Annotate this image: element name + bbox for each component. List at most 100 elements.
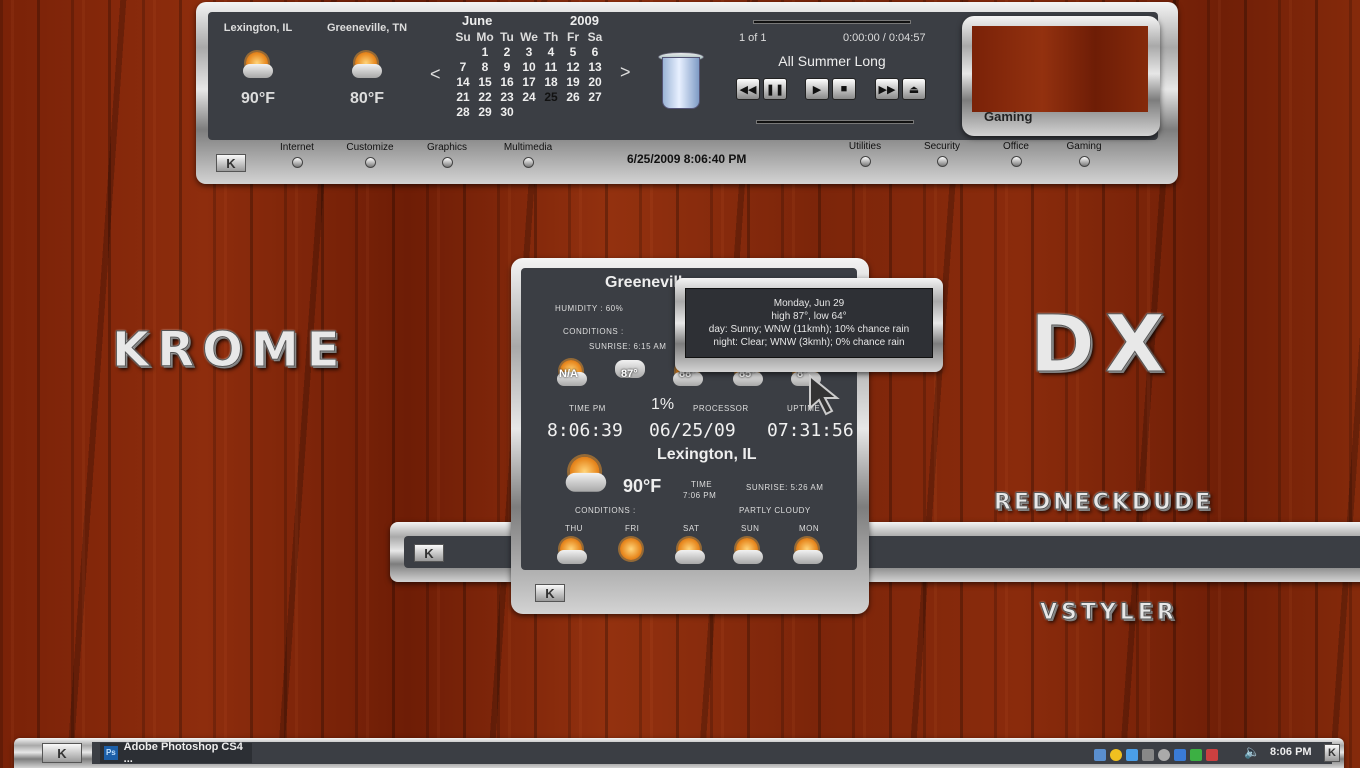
tray-tools-icon[interactable] bbox=[1094, 748, 1106, 761]
menu-label: Multimedia bbox=[503, 142, 553, 153]
calendar-day[interactable]: 14 bbox=[452, 74, 474, 89]
calendar-day[interactable]: 30 bbox=[496, 104, 518, 119]
widget-k-button[interactable]: K bbox=[535, 584, 565, 602]
calendar-day[interactable]: 6 bbox=[584, 44, 606, 59]
calendar-day[interactable]: 21 bbox=[452, 89, 474, 104]
weather-city: Greeneville, TN bbox=[326, 22, 408, 34]
calendar-day[interactable]: 3 bbox=[518, 44, 540, 59]
widget-temp: 90°F bbox=[623, 476, 662, 496]
forecast-tooltip: Monday, Jun 29 high 87°, low 64° day: Su… bbox=[675, 278, 943, 372]
calendar-day[interactable]: 4 bbox=[540, 44, 562, 59]
calendar-prev-button[interactable]: < bbox=[430, 64, 441, 85]
menu-office[interactable]: Office bbox=[981, 141, 1051, 167]
recycle-bin-icon[interactable] bbox=[658, 52, 704, 110]
calendar-day[interactable]: 27 bbox=[584, 89, 606, 104]
calendar-day[interactable]: 16 bbox=[496, 74, 518, 89]
partly-cloudy-icon bbox=[731, 536, 765, 566]
calendar-day bbox=[452, 44, 474, 59]
gaming-preview[interactable]: Gaming bbox=[962, 16, 1160, 136]
weather-greeneville[interactable]: Greeneville, TN 80°F bbox=[322, 22, 412, 108]
widget-uptime-value: 07:31:56 bbox=[767, 420, 854, 441]
media-volume-bar[interactable] bbox=[756, 120, 914, 124]
menu-utilities[interactable]: Utilities bbox=[830, 141, 900, 167]
calendar-day[interactable]: 29 bbox=[474, 104, 496, 119]
calendar-day[interactable]: 20 bbox=[584, 74, 606, 89]
top-dock-k-button[interactable]: K bbox=[216, 154, 246, 172]
calendar-day-today[interactable]: 25 bbox=[540, 89, 562, 104]
dock-datetime: 6/25/2009 8:06:40 PM bbox=[627, 152, 747, 166]
tooltip-panel: Monday, Jun 29 high 87°, low 64° day: Su… bbox=[685, 288, 933, 358]
tray-smiley-icon[interactable] bbox=[1110, 748, 1122, 761]
calendar-day bbox=[584, 104, 606, 119]
play-button[interactable]: ▶ bbox=[805, 78, 829, 100]
tooltip-line-date: Monday, Jun 29 bbox=[773, 298, 845, 309]
sunny-icon bbox=[615, 536, 649, 566]
calendar-next-button[interactable]: > bbox=[620, 62, 631, 83]
calendar-day bbox=[562, 104, 584, 119]
system-tray bbox=[1092, 746, 1220, 764]
calendar-day[interactable]: 10 bbox=[518, 59, 540, 74]
eject-button[interactable]: ⏏ bbox=[902, 78, 926, 100]
partly-cloudy-icon bbox=[350, 50, 384, 80]
taskbar-k-button[interactable]: K bbox=[1324, 744, 1340, 762]
tray-shield-icon[interactable] bbox=[1174, 748, 1186, 761]
widget-time-small-label: TIME bbox=[691, 480, 713, 489]
weather-city: Lexington, IL bbox=[223, 22, 293, 34]
media-progress-bar[interactable] bbox=[753, 20, 911, 24]
calendar-day[interactable]: 17 bbox=[518, 74, 540, 89]
forward-button[interactable]: ▶▶ bbox=[875, 78, 899, 100]
krome-logo-text: KROME bbox=[112, 322, 348, 379]
tray-messenger-icon[interactable] bbox=[1126, 748, 1138, 761]
top-dock: Lexington, IL 90°F Greeneville, TN 80°F … bbox=[196, 2, 1178, 184]
menu-graphics[interactable]: Graphics bbox=[412, 142, 482, 168]
widget-time-label: TIME PM bbox=[569, 404, 606, 413]
calendar-day[interactable]: 15 bbox=[474, 74, 496, 89]
calendar-day[interactable]: 19 bbox=[562, 74, 584, 89]
media-track-count: 1 of 1 bbox=[739, 32, 767, 44]
calendar-day-header: Su bbox=[455, 30, 471, 44]
weather-lexington[interactable]: Lexington, IL 90°F bbox=[218, 22, 298, 108]
tray-gear-icon[interactable] bbox=[1158, 748, 1170, 761]
calendar-day[interactable]: 2 bbox=[496, 44, 518, 59]
menu-multimedia[interactable]: Multimedia bbox=[493, 142, 563, 168]
calendar-day[interactable]: 12 bbox=[562, 59, 584, 74]
calendar-day bbox=[540, 104, 562, 119]
redneckdude-text: REDNECKDUDE bbox=[993, 490, 1214, 516]
volume-icon[interactable]: 🔈 bbox=[1244, 744, 1260, 760]
menu-internet[interactable]: Internet bbox=[262, 142, 332, 168]
middle-dock-k-button[interactable]: K bbox=[414, 544, 444, 562]
taskbar-clock[interactable]: 8:06 PM bbox=[1270, 746, 1312, 758]
menu-label: Office bbox=[1003, 141, 1029, 152]
calendar-day[interactable]: 13 bbox=[584, 59, 606, 74]
menu-security[interactable]: Security bbox=[907, 141, 977, 167]
menu-label: Utilities bbox=[848, 141, 882, 152]
rewind-button[interactable]: ◀◀ bbox=[736, 78, 760, 100]
calendar-day[interactable]: 7 bbox=[452, 59, 474, 74]
start-button[interactable]: K bbox=[42, 743, 82, 763]
calendar-month: June bbox=[462, 13, 493, 28]
pause-button[interactable]: ❚❚ bbox=[763, 78, 787, 100]
calendar-day[interactable]: 9 bbox=[496, 59, 518, 74]
calendar-day[interactable]: 11 bbox=[540, 59, 562, 74]
calendar-day[interactable]: 26 bbox=[562, 89, 584, 104]
tray-printer-icon[interactable] bbox=[1206, 748, 1218, 761]
mouse-cursor-icon bbox=[809, 374, 840, 416]
calendar-day[interactable]: 5 bbox=[562, 44, 584, 59]
menu-customize[interactable]: Customize bbox=[335, 142, 405, 168]
calendar-day[interactable]: 22 bbox=[474, 89, 496, 104]
calendar-day[interactable]: 28 bbox=[452, 104, 474, 119]
stop-button[interactable]: ■ bbox=[832, 78, 856, 100]
tray-network-icon[interactable] bbox=[1142, 748, 1154, 761]
calendar-day[interactable]: 24 bbox=[518, 89, 540, 104]
menu-gaming[interactable]: Gaming bbox=[1049, 141, 1119, 167]
menu-label: Security bbox=[923, 141, 961, 152]
taskbar-app-photoshop[interactable]: Ps Adobe Photoshop CS4 ... bbox=[100, 741, 252, 765]
widget-time-value: 8:06:39 bbox=[547, 420, 623, 441]
calendar-day[interactable]: 8 bbox=[474, 59, 496, 74]
calendar-day bbox=[518, 104, 540, 119]
calendar-day[interactable]: 18 bbox=[540, 74, 562, 89]
partly-cloudy-icon bbox=[791, 536, 825, 566]
tray-update-icon[interactable] bbox=[1190, 748, 1202, 761]
forecast-temp: 87° bbox=[621, 368, 638, 380]
calendar-day[interactable]: 23 bbox=[496, 89, 518, 104]
